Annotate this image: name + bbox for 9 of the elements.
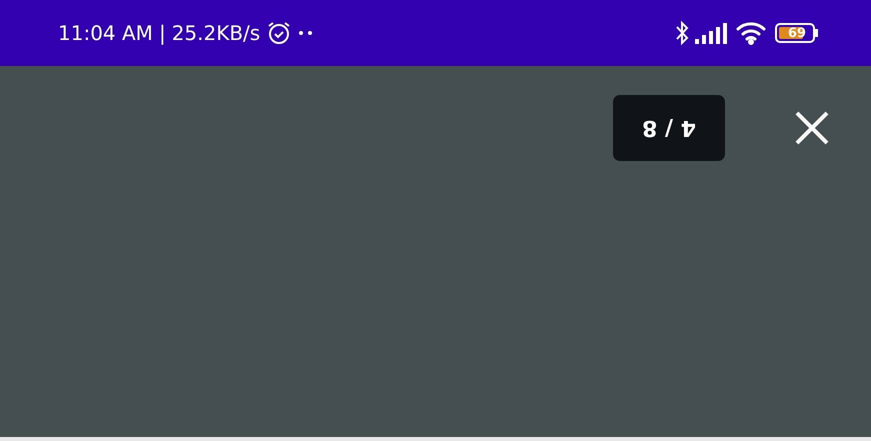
signal-icon (695, 22, 729, 44)
alarm-icon (266, 20, 292, 46)
page-counter: 4 / 8 (613, 95, 725, 161)
bluetooth-icon (675, 20, 689, 46)
close-icon (795, 111, 829, 145)
network-speed: 25.2KB/s (172, 21, 260, 45)
dots-icon (298, 30, 314, 36)
separator: | (158, 21, 166, 45)
clock-time: 11:04 AM (58, 21, 153, 45)
